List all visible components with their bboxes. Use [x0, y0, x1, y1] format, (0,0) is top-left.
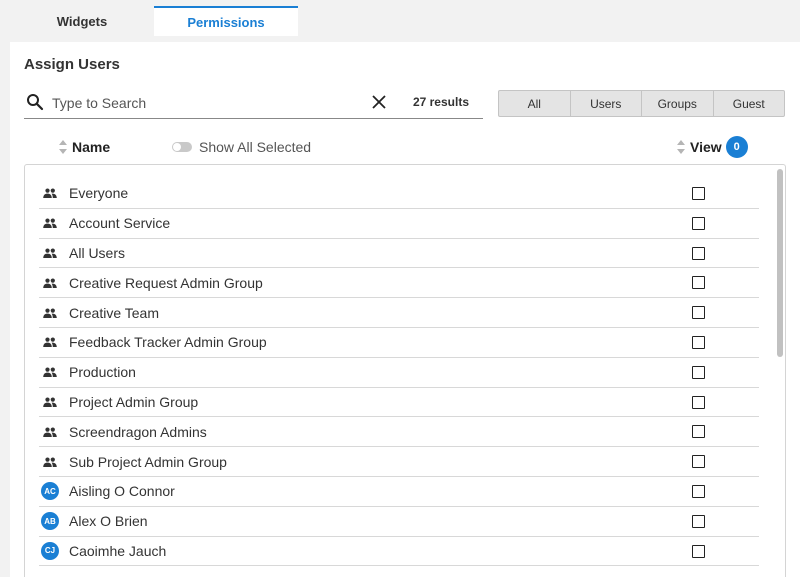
view-checkbox[interactable]	[692, 276, 705, 290]
results-count: 27 results	[412, 95, 469, 109]
avatar-wrapper: AC	[41, 482, 59, 501]
view-checkbox[interactable]	[692, 514, 705, 528]
filter-guest-button[interactable]: Guest	[714, 91, 785, 116]
list-item[interactable]: Sub Project Admin Group	[39, 447, 759, 477]
list-item[interactable]: Production	[39, 358, 759, 388]
list-item[interactable]: Screendragon Admins	[39, 417, 759, 448]
show-all-selected-control: Show All Selected	[172, 136, 311, 158]
list-rows: Everyone Account Service All Users Creative…	[39, 179, 759, 567]
search-bar: 27 results	[24, 86, 483, 119]
list-item-label: Alex O Brien	[69, 513, 148, 530]
view-checkbox[interactable]	[692, 187, 705, 200]
list-item-label: Screendragon Admins	[69, 423, 207, 440]
view-checkbox[interactable]	[692, 246, 705, 260]
sort-icon	[677, 140, 685, 154]
list-item-label: Creative Request Admin Group	[69, 274, 263, 291]
list-item[interactable]: Creative Team	[39, 298, 759, 328]
list-item[interactable]: AB Alex O Brien	[39, 507, 759, 537]
search-input[interactable]	[52, 92, 362, 114]
filter-all-button[interactable]: All	[499, 91, 571, 116]
avatar-wrapper: CJ	[41, 541, 59, 560]
list-item-label: Feedback Tracker Admin Group	[69, 334, 267, 351]
tab-bar: Widgets Permissions	[0, 0, 800, 42]
assign-users-title: Assign Users	[24, 56, 120, 73]
list-item[interactable]: Feedback Tracker Admin Group	[39, 328, 759, 358]
list-item-label: Caoimhe Jauch	[69, 542, 167, 559]
group-icon	[41, 333, 59, 351]
filter-groups-button[interactable]: Groups	[642, 91, 714, 116]
view-count-badge: 0	[725, 136, 748, 158]
show-all-selected-toggle[interactable]	[172, 142, 192, 152]
view-checkbox[interactable]	[692, 484, 705, 498]
close-icon[interactable]	[370, 93, 388, 111]
view-checkbox[interactable]	[692, 425, 705, 439]
avatar: AB	[41, 512, 59, 531]
group-icon	[41, 393, 59, 411]
list-item[interactable]: Everyone	[39, 179, 759, 209]
list-item[interactable]: Creative Request Admin Group	[39, 268, 759, 299]
search-icon	[27, 94, 44, 111]
group-icon	[41, 304, 59, 322]
list-item-label: Everyone	[69, 185, 129, 202]
group-icon	[41, 274, 59, 292]
view-checkbox[interactable]	[692, 306, 705, 320]
view-checkbox[interactable]	[692, 365, 705, 379]
list-item[interactable]: All Users	[39, 239, 759, 269]
list-item[interactable]: CJ Caoimhe Jauch	[39, 537, 759, 567]
view-checkbox[interactable]	[692, 544, 705, 558]
filter-users-button[interactable]: Users	[571, 91, 642, 116]
sort-icon	[59, 140, 67, 154]
view-checkbox[interactable]	[692, 335, 705, 349]
name-column-header[interactable]: Name	[58, 136, 110, 158]
group-icon	[41, 453, 59, 471]
group-icon	[41, 363, 59, 381]
avatar: AC	[41, 482, 59, 501]
name-column-label: Name	[72, 139, 111, 155]
list-item[interactable]: AC Aisling O Connor	[39, 477, 759, 507]
view-checkbox[interactable]	[692, 455, 705, 469]
list-item-label: Creative Team	[69, 304, 160, 321]
list-item-label: Aisling O Connor	[69, 483, 175, 500]
assign-users-list: Everyone Account Service All Users Creative…	[24, 164, 786, 577]
view-column-label: View	[690, 139, 722, 155]
show-all-selected-label: Show All Selected	[199, 139, 312, 155]
avatar: CJ	[41, 541, 59, 560]
view-column-header[interactable]: View 0	[676, 136, 748, 158]
list-item-label: All Users	[69, 244, 126, 261]
list-item-label: Sub Project Admin Group	[69, 453, 227, 470]
filter-button-group: All Users Groups Guest	[498, 90, 785, 117]
group-icon	[41, 244, 59, 262]
list-item-label: Production	[69, 364, 136, 381]
view-checkbox[interactable]	[692, 395, 705, 409]
list-item[interactable]: Account Service	[39, 209, 759, 239]
list-scrollbar[interactable]	[777, 169, 783, 357]
group-icon	[41, 214, 59, 232]
group-icon	[41, 423, 59, 441]
view-checkbox[interactable]	[692, 216, 705, 230]
list-item-label: Account Service	[69, 215, 171, 232]
list-item-label: Project Admin Group	[69, 393, 199, 410]
permissions-panel: Assign Users 27 results All Users Groups…	[10, 42, 800, 577]
group-icon	[41, 184, 59, 202]
tab-permissions[interactable]: Permissions	[154, 6, 298, 36]
tab-widgets[interactable]: Widgets	[10, 6, 154, 36]
avatar-wrapper: AB	[41, 512, 59, 531]
list-item[interactable]: Project Admin Group	[39, 388, 759, 418]
